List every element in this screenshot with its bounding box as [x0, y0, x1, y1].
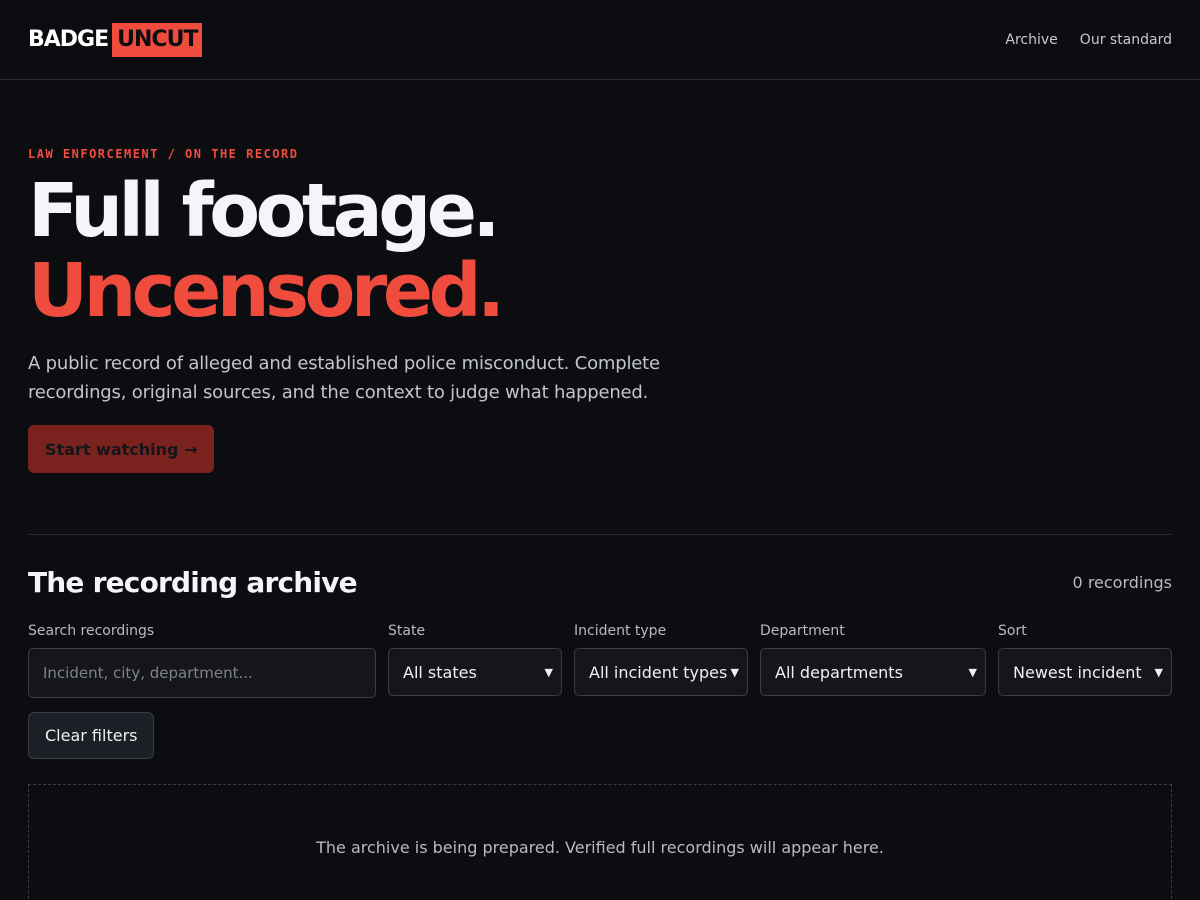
main-nav: Archive Our standard	[1005, 32, 1172, 48]
logo-uncut-text: UNCUT	[112, 22, 203, 57]
brand-logo[interactable]: BADGE UNCUT	[28, 22, 203, 57]
archive-header: The recording archive 0 recordings	[28, 566, 1172, 599]
clear-filters-button[interactable]: Clear filters	[28, 712, 155, 759]
state-select-value: All states	[403, 662, 477, 682]
department-label: Department	[760, 623, 845, 639]
empty-state-message: The archive is being prepared. Verified …	[316, 838, 884, 857]
search-field: Search recordings Incident, city, depart…	[28, 623, 376, 698]
sort-label: Sort	[998, 623, 1027, 639]
start-watching-button[interactable]: Start watching →	[28, 425, 215, 473]
hero-section: LAW ENFORCEMENT / ON THE RECORD Full foo…	[0, 147, 1200, 473]
state-label: State	[388, 623, 426, 639]
search-input[interactable]: Incident, city, department...	[28, 648, 376, 698]
chevron-down-icon: ▼	[730, 665, 739, 679]
sort-field: Sort Newest incident ▼	[998, 623, 1172, 698]
chevron-down-icon: ▼	[968, 665, 977, 679]
department-field: Department All departments ▼	[760, 623, 986, 698]
chevron-down-icon: ▼	[1154, 665, 1163, 679]
sort-select[interactable]: Newest incident ▼	[998, 648, 1172, 696]
incident-type-select[interactable]: All incident types ▼	[574, 648, 748, 696]
hero-title-line2: Uncensored.	[28, 248, 505, 334]
nav-archive-link[interactable]: Archive	[1005, 32, 1057, 48]
logo-badge-text: BADGE	[28, 27, 109, 52]
sort-select-value: Newest incident	[1013, 662, 1142, 682]
chevron-down-icon: ▼	[544, 665, 553, 679]
recording-count: 0 recordings	[1072, 573, 1172, 592]
incident-type-field: Incident type All incident types ▼	[574, 623, 748, 698]
hero-eyebrow: LAW ENFORCEMENT / ON THE RECORD	[28, 147, 299, 161]
nav-standard-link[interactable]: Our standard	[1080, 32, 1172, 48]
site-header: BADGE UNCUT Archive Our standard	[0, 0, 1200, 80]
state-select[interactable]: All states ▼	[388, 648, 562, 696]
empty-state: The archive is being prepared. Verified …	[28, 784, 1172, 900]
hero-title-line1: Full footage.	[28, 168, 501, 254]
incident-type-label: Incident type	[574, 623, 667, 639]
state-field: State All states ▼	[388, 623, 562, 698]
department-select[interactable]: All departments ▼	[760, 648, 986, 696]
search-label: Search recordings	[28, 623, 155, 639]
incident-type-select-value: All incident types	[589, 662, 728, 682]
archive-title: The recording archive	[28, 566, 358, 599]
archive-section: The recording archive 0 recordings Searc…	[28, 534, 1172, 900]
hero-lead: A public record of alleged and establish…	[28, 353, 660, 403]
filter-bar: Search recordings Incident, city, depart…	[28, 623, 1172, 698]
hero-title: Full footage. Uncensored.	[28, 171, 1172, 331]
department-select-value: All departments	[775, 662, 903, 682]
